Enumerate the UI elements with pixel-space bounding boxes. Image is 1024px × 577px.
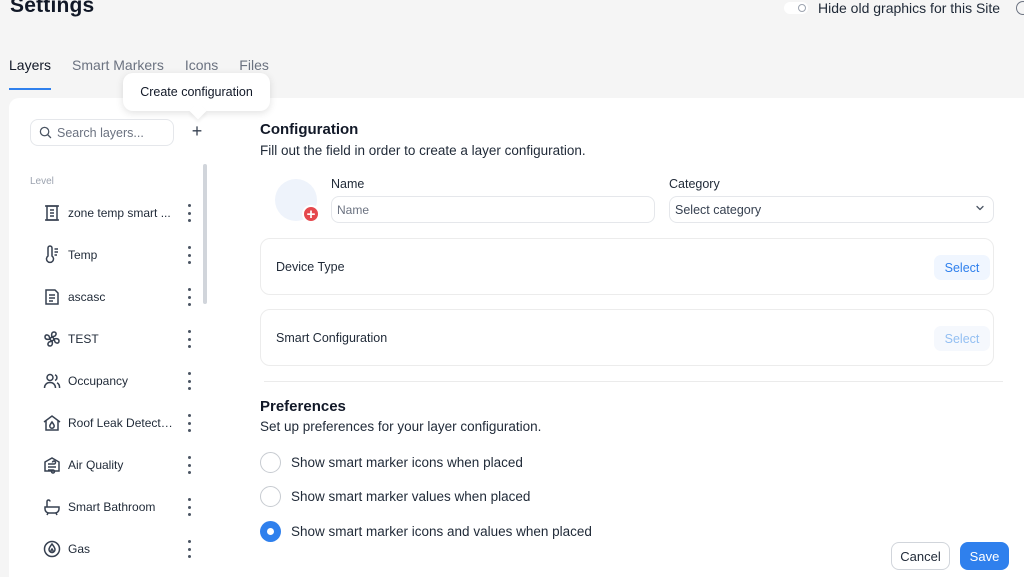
more-options-icon[interactable] [185, 498, 193, 516]
air-quality-icon [38, 451, 66, 479]
device-type-card: Device Type Select [260, 238, 994, 295]
layer-label: zone temp smart ... [68, 206, 171, 220]
gas-flame-icon [38, 535, 66, 563]
more-options-icon[interactable] [185, 456, 193, 474]
document-icon [38, 283, 66, 311]
layer-label: Air Quality [68, 458, 124, 472]
help-icon[interactable] [1016, 1, 1024, 15]
preference-option-values[interactable]: Show smart marker values when placed [260, 486, 530, 507]
create-configuration-tooltip: Create configuration [123, 73, 270, 111]
category-select-value: Select category [675, 202, 762, 217]
smart-configuration-label: Smart Configuration [276, 331, 388, 345]
list-item[interactable]: Occupancy [30, 360, 205, 402]
toggle-knob [798, 4, 806, 12]
thermometer-icon [38, 241, 66, 269]
more-options-icon[interactable] [185, 246, 193, 264]
hide-old-graphics-toggle-group: Hide old graphics for this Site [784, 0, 1000, 16]
list-item[interactable]: Air Quality [30, 444, 205, 486]
save-button[interactable]: Save [960, 542, 1009, 570]
add-configuration-button[interactable]: + [188, 120, 206, 142]
tab-layers[interactable]: Layers [9, 54, 52, 90]
chevron-down-icon [976, 205, 984, 211]
section-divider [264, 381, 1003, 382]
category-select[interactable]: Select category [669, 196, 994, 223]
hide-old-graphics-toggle[interactable] [784, 2, 808, 14]
page-title: Settings [10, 0, 95, 17]
add-icon[interactable]: + [302, 205, 320, 223]
device-type-select-button[interactable]: Select [934, 255, 990, 280]
list-item[interactable]: Gas [30, 528, 205, 570]
layers-sidebar: + Level zone temp smart ... Temp ascasc … [9, 98, 231, 577]
layer-label: Gas [68, 542, 91, 556]
bathtub-icon [38, 493, 66, 521]
layer-label: ascasc [68, 290, 106, 304]
layer-label: Occupancy [68, 374, 129, 388]
preferences-title: Preferences [260, 398, 346, 415]
device-type-label: Device Type [276, 260, 345, 274]
house-drop-icon [38, 409, 66, 437]
layer-list: zone temp smart ... Temp ascasc TEST Occ… [30, 192, 205, 570]
preference-option-icons[interactable]: Show smart marker icons when placed [260, 452, 523, 473]
level-label: Level [30, 176, 54, 187]
list-item[interactable]: zone temp smart ... [30, 192, 205, 234]
configuration-subtitle: Fill out the field in order to create a … [260, 143, 586, 158]
search-box [30, 119, 174, 146]
layer-label: TEST [68, 332, 99, 346]
fan-icon [38, 325, 66, 353]
smart-configuration-select-button[interactable]: Select [934, 326, 990, 351]
radio-button[interactable] [260, 452, 281, 473]
list-item[interactable]: Smart Bathroom [30, 486, 205, 528]
more-options-icon[interactable] [185, 204, 193, 222]
list-item[interactable]: Temp [30, 234, 205, 276]
search-icon [39, 126, 52, 139]
more-options-icon[interactable] [185, 330, 193, 348]
preferences-subtitle: Set up preferences for your layer config… [260, 419, 542, 434]
more-options-icon[interactable] [185, 540, 193, 558]
smart-configuration-card: Smart Configuration Select [260, 309, 994, 366]
users-icon [38, 367, 66, 395]
search-input[interactable] [57, 125, 167, 140]
radio-label: Show smart marker values when placed [291, 489, 531, 504]
radio-label: Show smart marker icons when placed [291, 455, 523, 470]
preference-option-icons-and-values[interactable]: Show smart marker icons and values when … [260, 521, 592, 542]
layer-label: Smart Bathroom [68, 500, 156, 514]
list-item[interactable]: Roof Leak Detecti... [30, 402, 205, 444]
radio-button-checked[interactable] [260, 521, 281, 542]
building-icon [38, 199, 66, 227]
radio-button[interactable] [260, 486, 281, 507]
name-input[interactable] [331, 196, 655, 223]
more-options-icon[interactable] [185, 288, 193, 306]
configuration-panel: Configuration Fill out the field in orde… [231, 98, 1024, 577]
radio-label: Show smart marker icons and values when … [291, 524, 592, 539]
list-item[interactable]: TEST [30, 318, 205, 360]
category-label: Category [669, 177, 720, 191]
configuration-title: Configuration [260, 121, 359, 138]
list-item[interactable]: ascasc [30, 276, 205, 318]
cancel-button[interactable]: Cancel [891, 542, 950, 570]
toggle-label: Hide old graphics for this Site [818, 0, 1001, 16]
layer-label: Temp [68, 248, 98, 262]
layer-label: Roof Leak Detecti... [68, 416, 173, 430]
name-label: Name [331, 177, 365, 191]
more-options-icon[interactable] [185, 372, 193, 390]
more-options-icon[interactable] [185, 414, 193, 432]
